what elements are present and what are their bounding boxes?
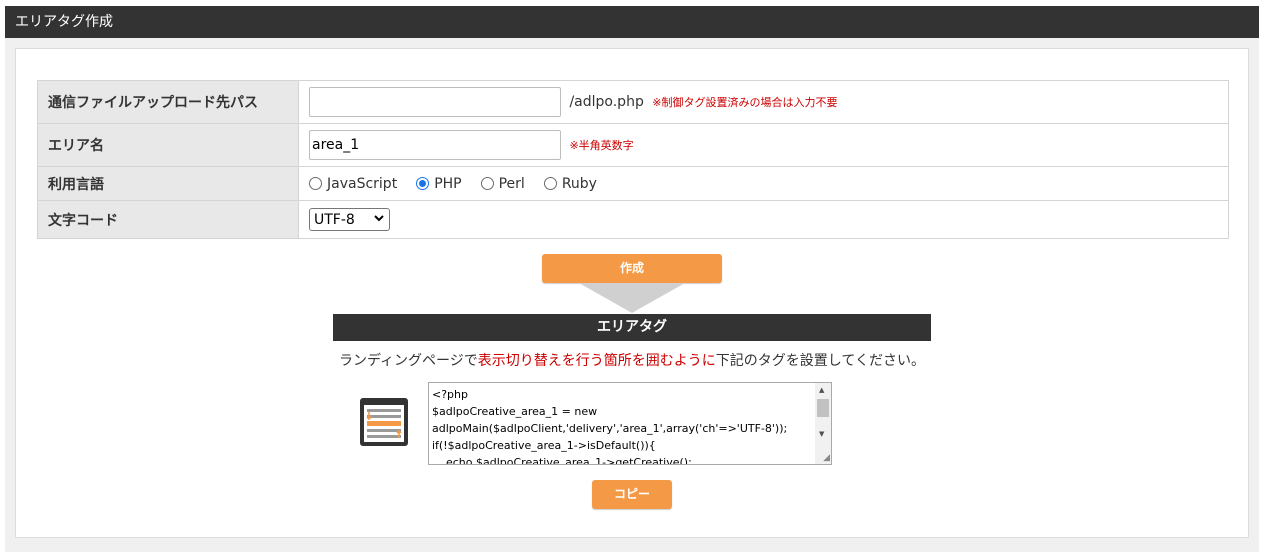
radio-javascript-label: JavaScript bbox=[327, 175, 398, 192]
panel-title: エリアタグ作成 bbox=[5, 6, 1259, 38]
create-button[interactable]: 作成 bbox=[542, 254, 722, 283]
radio-ruby-label: Ruby bbox=[561, 175, 597, 192]
row-upload-path: 通信ファイルアップロード先パス /adlpo.php ※制御タグ設置済みの場合は… bbox=[37, 80, 1229, 124]
instruction-suffix: 下記のタグを設置してください。 bbox=[715, 353, 925, 369]
radio-php-label: PHP bbox=[434, 175, 462, 192]
radio-perl[interactable]: Perl bbox=[480, 175, 525, 192]
chevron-down-icon bbox=[374, 214, 384, 225]
instruction-highlight: 表示切り替えを行う箇所を囲むように bbox=[477, 353, 716, 369]
area-name-note: ※半角英数字 bbox=[569, 139, 634, 152]
radio-ruby[interactable]: Ruby bbox=[543, 175, 597, 192]
resize-grip-icon[interactable]: ◢ bbox=[823, 454, 830, 463]
charset-label: 文字コード bbox=[37, 200, 299, 239]
row-language: 利用言語 JavaScript PHP Perl Ruby bbox=[37, 166, 1229, 201]
row-area-name: エリア名 ※半角英数字 bbox=[37, 123, 1229, 167]
radio-circle-php[interactable] bbox=[416, 177, 430, 190]
charset-select[interactable]: UTF-8 bbox=[309, 208, 390, 231]
area-tag-title: エリアタグ bbox=[333, 314, 931, 341]
scrollbar-thumb[interactable] bbox=[817, 399, 829, 417]
code-line: echo $adlpoCreative_area_1->getCreative(… bbox=[432, 456, 692, 465]
radio-php[interactable]: PHP bbox=[416, 175, 462, 192]
upload-path-input[interactable] bbox=[309, 87, 561, 117]
instruction-prefix: ランディングページで bbox=[339, 353, 478, 369]
upload-path-note: ※制御タグ設置済みの場合は入力不要 bbox=[652, 96, 838, 109]
area-name-label: エリア名 bbox=[37, 123, 299, 167]
code-document-icon bbox=[360, 398, 408, 446]
panel-body: 通信ファイルアップロード先パス /adlpo.php ※制御タグ設置済みの場合は… bbox=[15, 48, 1249, 538]
row-charset: 文字コード UTF-8 bbox=[37, 200, 1229, 239]
scroll-down-icon[interactable]: ▼ bbox=[819, 430, 824, 438]
radio-perl-label: Perl bbox=[498, 175, 525, 192]
scroll-up-icon[interactable]: ▲ bbox=[819, 386, 824, 394]
down-arrow-icon bbox=[579, 283, 685, 313]
code-line: $adlpoCreative_area_1 = new bbox=[432, 405, 598, 418]
settings-table: 通信ファイルアップロード先パス /adlpo.php ※制御タグ設置済みの場合は… bbox=[37, 80, 1229, 239]
upload-path-label: 通信ファイルアップロード先パス bbox=[37, 80, 299, 124]
radio-circle-javascript[interactable] bbox=[309, 177, 322, 190]
code-line: <?php bbox=[432, 388, 468, 401]
radio-circle-perl[interactable] bbox=[480, 177, 494, 190]
instruction-text: ランディングページで表示切り替えを行う箇所を囲むように下記のタグを設置してくださ… bbox=[16, 350, 1248, 370]
copy-button[interactable]: コピー bbox=[592, 480, 672, 509]
tag-code-content: <?php $adlpoCreative_area_1 = new adlpoMai… bbox=[432, 386, 814, 465]
language-radio-group: JavaScript PHP Perl Ruby bbox=[309, 176, 1228, 192]
area-name-input[interactable] bbox=[309, 130, 561, 160]
tag-code-textarea[interactable]: <?php $adlpoCreative_area_1 = new adlpoMai… bbox=[428, 382, 832, 465]
radio-circle-ruby[interactable] bbox=[543, 177, 557, 190]
language-label: 利用言語 bbox=[37, 166, 299, 201]
code-line: if(!$adlpoCreative_area_1->isDefault()){ bbox=[432, 439, 656, 452]
area-tag-panel: エリアタグ作成 通信ファイルアップロード先パス /adlpo.php ※制御タグ… bbox=[5, 6, 1259, 552]
upload-path-suffix: /adlpo.php bbox=[569, 94, 644, 110]
code-scrollbar[interactable]: ▲ ▼ bbox=[815, 383, 831, 464]
charset-selected-value: UTF-8 bbox=[314, 211, 355, 228]
radio-javascript[interactable]: JavaScript bbox=[309, 176, 397, 192]
code-line: adlpoMain($adlpoClient,'delivery','area_… bbox=[432, 422, 788, 435]
